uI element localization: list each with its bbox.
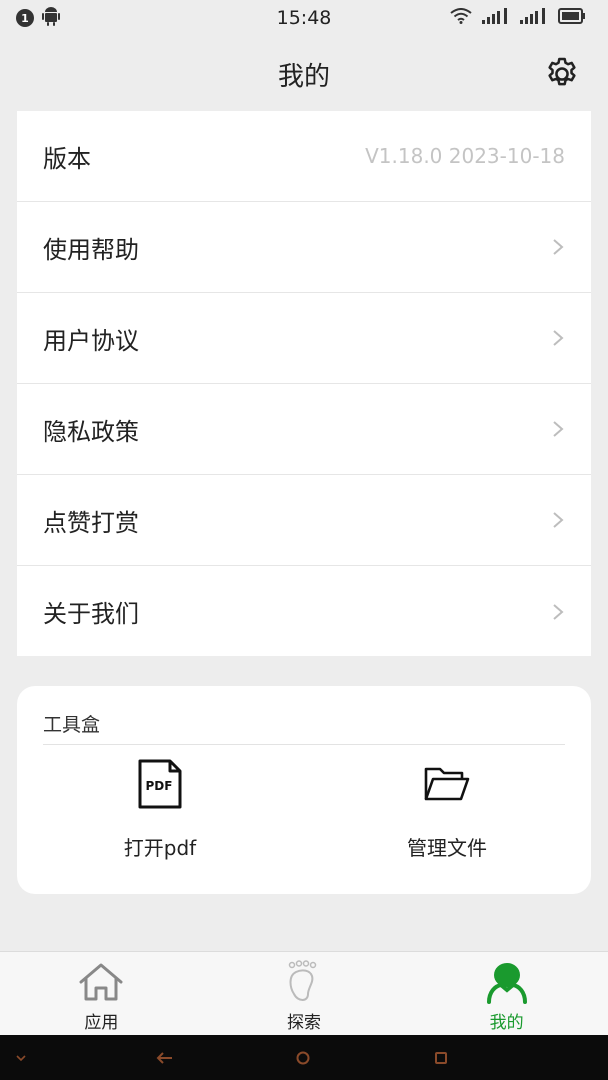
toolbox-card: 工具盒 PDF 打开pdf 管理文件	[17, 686, 591, 894]
menu-item-label: 点赞打赏	[43, 508, 139, 537]
menu-item-about-us[interactable]: 关于我们	[17, 566, 591, 657]
chevron-right-icon	[553, 239, 564, 255]
status-right	[450, 7, 586, 29]
manage-files-button[interactable]: 管理文件	[347, 758, 547, 868]
home-circle-icon[interactable]	[292, 1047, 314, 1069]
battery-icon	[558, 7, 586, 29]
home-icon	[77, 960, 125, 1004]
chevron-right-icon	[553, 512, 564, 528]
nav-label: 探索	[287, 1013, 321, 1033]
folder-open-icon	[421, 758, 473, 810]
system-nav-bar	[0, 1035, 608, 1080]
toolbox-title: 工具盒	[43, 714, 101, 736]
nav-label: 我的	[489, 1013, 524, 1033]
chevron-right-icon	[553, 603, 564, 620]
footprint-icon	[280, 960, 328, 1004]
recents-icon[interactable]	[430, 1047, 452, 1069]
menu-item-help[interactable]: 使用帮助	[17, 202, 591, 293]
wifi-icon	[450, 7, 472, 29]
tool-label: 打开pdf	[123, 836, 197, 860]
page-title: 我的	[277, 61, 330, 92]
open-pdf-button[interactable]: PDF 打开pdf	[60, 758, 260, 868]
chevron-right-icon	[553, 421, 564, 437]
menu-item-reward[interactable]: 点赞打赏	[17, 475, 591, 566]
toolbox-divider	[43, 744, 565, 745]
status-bar: 1 15:48	[0, 0, 608, 36]
menu-item-privacy-policy[interactable]: 隐私政策	[17, 384, 591, 475]
status-left: 1	[16, 6, 60, 31]
nav-label: 应用	[84, 1013, 119, 1033]
menu-card: 版本 V1.18.0 2023-10-18 使用帮助 用户协议 隐私政策 点赞打…	[17, 111, 591, 656]
menu-item-label: 版本	[43, 144, 91, 173]
menu-item-label: 用户协议	[43, 326, 139, 355]
menu-item-label: 隐私政策	[43, 417, 139, 446]
notification-count-badge: 1	[16, 9, 34, 27]
nav-item-apps[interactable]: 应用	[0, 952, 203, 1035]
menu-item-version[interactable]: 版本 V1.18.0 2023-10-18	[17, 111, 591, 202]
chevron-down-icon[interactable]	[10, 1047, 32, 1069]
settings-button[interactable]	[542, 54, 582, 94]
page-header: 我的	[0, 36, 608, 112]
nav-item-mine[interactable]: 我的	[405, 952, 608, 1035]
android-icon	[42, 6, 60, 31]
pdf-file-icon: PDF	[134, 758, 186, 810]
tool-label: 管理文件	[407, 836, 487, 860]
signal-icon-2	[520, 7, 548, 29]
gear-icon	[548, 57, 576, 86]
menu-item-label: 关于我们	[43, 600, 139, 628]
menu-item-label: 使用帮助	[43, 235, 139, 264]
version-value: V1.18.0 2023-10-18	[365, 144, 565, 168]
svg-text:PDF: PDF	[146, 779, 173, 793]
signal-icon	[482, 7, 510, 29]
bottom-nav: 应用 探索 我的	[0, 951, 608, 1035]
chevron-right-icon	[553, 330, 564, 346]
nav-item-explore[interactable]: 探索	[203, 952, 406, 1035]
back-icon[interactable]	[154, 1047, 176, 1069]
menu-item-user-agreement[interactable]: 用户协议	[17, 293, 591, 384]
profile-icon	[483, 960, 531, 1004]
